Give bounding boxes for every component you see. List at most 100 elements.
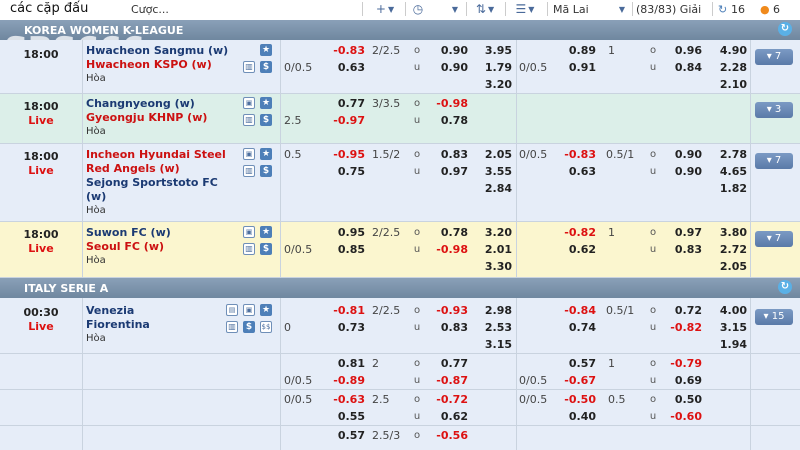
- stats-icon[interactable]: ▥: [243, 165, 255, 177]
- refresh-icon[interactable]: ↻: [718, 3, 727, 16]
- hdp-home-odds[interactable]: -0.81: [325, 304, 365, 317]
- home-team[interactable]: Hwacheon Sangmu (w): [86, 44, 228, 57]
- sort-icon[interactable]: ⇅ ▼: [470, 0, 500, 18]
- stats-icon[interactable]: ▥: [226, 321, 238, 333]
- h1-under-odds[interactable]: 0.90: [662, 165, 702, 178]
- 1x2-away[interactable]: 2.53: [472, 321, 512, 334]
- h1-hdp-home-odds[interactable]: -0.50: [556, 393, 596, 406]
- h1-hdp-away-odds[interactable]: 0.40: [556, 410, 596, 423]
- h1-hdp-away-odds[interactable]: 0.62: [556, 243, 596, 256]
- multi-dollar-icon[interactable]: $$: [260, 321, 272, 333]
- hdp-away-odds[interactable]: 0.63: [325, 61, 365, 74]
- under-odds[interactable]: 0.90: [428, 61, 468, 74]
- h1-over-odds[interactable]: 0.72: [662, 304, 702, 317]
- h1-1x2-home[interactable]: 4.90: [707, 44, 747, 57]
- add-icon[interactable]: + ▼: [370, 0, 400, 18]
- h1-hdp-home-odds[interactable]: -0.82: [556, 226, 596, 239]
- h1-under-odds[interactable]: 0.69: [662, 374, 702, 387]
- away-team[interactable]: Hwacheon KSPO (w): [86, 58, 212, 71]
- under-odds[interactable]: -0.98: [428, 243, 468, 256]
- hdp-away-odds[interactable]: -0.97: [325, 114, 365, 127]
- h1-under-odds[interactable]: 0.84: [662, 61, 702, 74]
- h1-hdp-home-odds[interactable]: -0.84: [556, 304, 596, 317]
- dollar-icon[interactable]: $: [260, 165, 272, 177]
- chevron-down-icon[interactable]: ▼: [448, 0, 462, 18]
- under-odds[interactable]: 0.83: [428, 321, 468, 334]
- more-bets-button[interactable]: ▾ 7: [755, 153, 793, 169]
- more-bets-button[interactable]: ▾ 15: [755, 309, 793, 325]
- under-odds[interactable]: -0.87: [428, 374, 468, 387]
- h1-1x2-away[interactable]: 3.15: [707, 321, 747, 334]
- hdp-away-odds[interactable]: 0.55: [325, 410, 365, 423]
- h1-1x2-home[interactable]: 4.00: [707, 304, 747, 317]
- chevron-down-icon[interactable]: ▼: [615, 0, 629, 18]
- hdp-away-odds[interactable]: 0.73: [325, 321, 365, 334]
- hdp-home-odds[interactable]: -0.63: [325, 393, 365, 406]
- more-bets-button[interactable]: ▾ 3: [755, 102, 793, 118]
- tv-icon[interactable]: ▣: [243, 148, 255, 160]
- over-odds[interactable]: -0.98: [428, 97, 468, 110]
- h1-over-odds[interactable]: 0.90: [662, 148, 702, 161]
- h1-over-odds[interactable]: 0.97: [662, 226, 702, 239]
- 1x2-home[interactable]: 3.20: [472, 226, 512, 239]
- hdp-home-odds[interactable]: 0.95: [325, 226, 365, 239]
- 1x2-home[interactable]: 3.95: [472, 44, 512, 57]
- under-odds[interactable]: 0.97: [428, 165, 468, 178]
- hdp-home-odds[interactable]: -0.83: [325, 44, 365, 57]
- hdp-away-odds[interactable]: 0.75: [325, 165, 365, 178]
- h1-under-odds[interactable]: 0.83: [662, 243, 702, 256]
- 1x2-home[interactable]: 2.98: [472, 304, 512, 317]
- more-bets-button[interactable]: ▾ 7: [755, 49, 793, 65]
- 1x2-draw[interactable]: 3.30: [472, 260, 512, 273]
- h1-hdp-home-odds[interactable]: 0.89: [556, 44, 596, 57]
- over-odds[interactable]: -0.56: [428, 429, 468, 442]
- h1-under-odds[interactable]: -0.60: [662, 410, 702, 423]
- under-odds[interactable]: 0.62: [428, 410, 468, 423]
- h1-over-odds[interactable]: 0.50: [662, 393, 702, 406]
- 1x2-away[interactable]: 3.55: [472, 165, 512, 178]
- 1x2-draw[interactable]: 3.20: [472, 78, 512, 91]
- away-team[interactable]: Fiorentina: [86, 318, 150, 331]
- away-team[interactable]: Seoul FC (w): [86, 240, 164, 253]
- away-team[interactable]: Gyeongju KHNP (w): [86, 111, 207, 124]
- 1x2-draw[interactable]: 3.15: [472, 338, 512, 351]
- h1-1x2-home[interactable]: 2.78: [707, 148, 747, 161]
- star-icon[interactable]: ★: [260, 304, 272, 316]
- dollar-icon[interactable]: $: [260, 243, 272, 255]
- h1-1x2-draw[interactable]: 2.10: [707, 78, 747, 91]
- stats-icon[interactable]: ▥: [243, 243, 255, 255]
- hdp-away-odds[interactable]: -0.89: [325, 374, 365, 387]
- h1-1x2-away[interactable]: 4.65: [707, 165, 747, 178]
- h1-1x2-draw[interactable]: 1.94: [707, 338, 747, 351]
- 1x2-away[interactable]: 1.79: [472, 61, 512, 74]
- h1-hdp-home-odds[interactable]: 0.57: [556, 357, 596, 370]
- list-view-icon[interactable]: ☰ ▼: [510, 0, 540, 18]
- refresh-icon[interactable]: ↻: [778, 280, 792, 294]
- away-team[interactable]: Sejong Sportstoto FC: [86, 176, 218, 189]
- live-icon[interactable]: ●: [760, 3, 770, 16]
- home-team[interactable]: Venezia: [86, 304, 134, 317]
- dollar-icon[interactable]: $: [260, 61, 272, 73]
- hdp-home-odds[interactable]: -0.95: [325, 148, 365, 161]
- more-bets-button[interactable]: ▾ 7: [755, 231, 793, 247]
- h1-over-odds[interactable]: 0.96: [662, 44, 702, 57]
- hdp-home-odds[interactable]: 0.57: [325, 429, 365, 442]
- match-count[interactable]: (83/83) Giải: [636, 3, 701, 16]
- h1-hdp-away-odds[interactable]: 0.63: [556, 165, 596, 178]
- over-odds[interactable]: 0.77: [428, 357, 468, 370]
- hdp-home-odds[interactable]: 0.81: [325, 357, 365, 370]
- dollar-icon[interactable]: $: [260, 114, 272, 126]
- home-team[interactable]: Suwon FC (w): [86, 226, 171, 239]
- dollar-icon[interactable]: $: [243, 321, 255, 333]
- h1-1x2-away[interactable]: 2.72: [707, 243, 747, 256]
- star-icon[interactable]: ★: [260, 44, 272, 56]
- h1-hdp-away-odds[interactable]: 0.74: [556, 321, 596, 334]
- hdp-away-odds[interactable]: 0.85: [325, 243, 365, 256]
- h1-hdp-away-odds[interactable]: -0.67: [556, 374, 596, 387]
- home-team[interactable]: Changnyeong (w): [86, 97, 195, 110]
- h1-over-odds[interactable]: -0.79: [662, 357, 702, 370]
- over-odds[interactable]: 0.78: [428, 226, 468, 239]
- star-icon[interactable]: ★: [260, 97, 272, 109]
- league-header[interactable]: ITALY SERIE A ↻: [0, 278, 800, 298]
- tv-icon[interactable]: ▣: [243, 226, 255, 238]
